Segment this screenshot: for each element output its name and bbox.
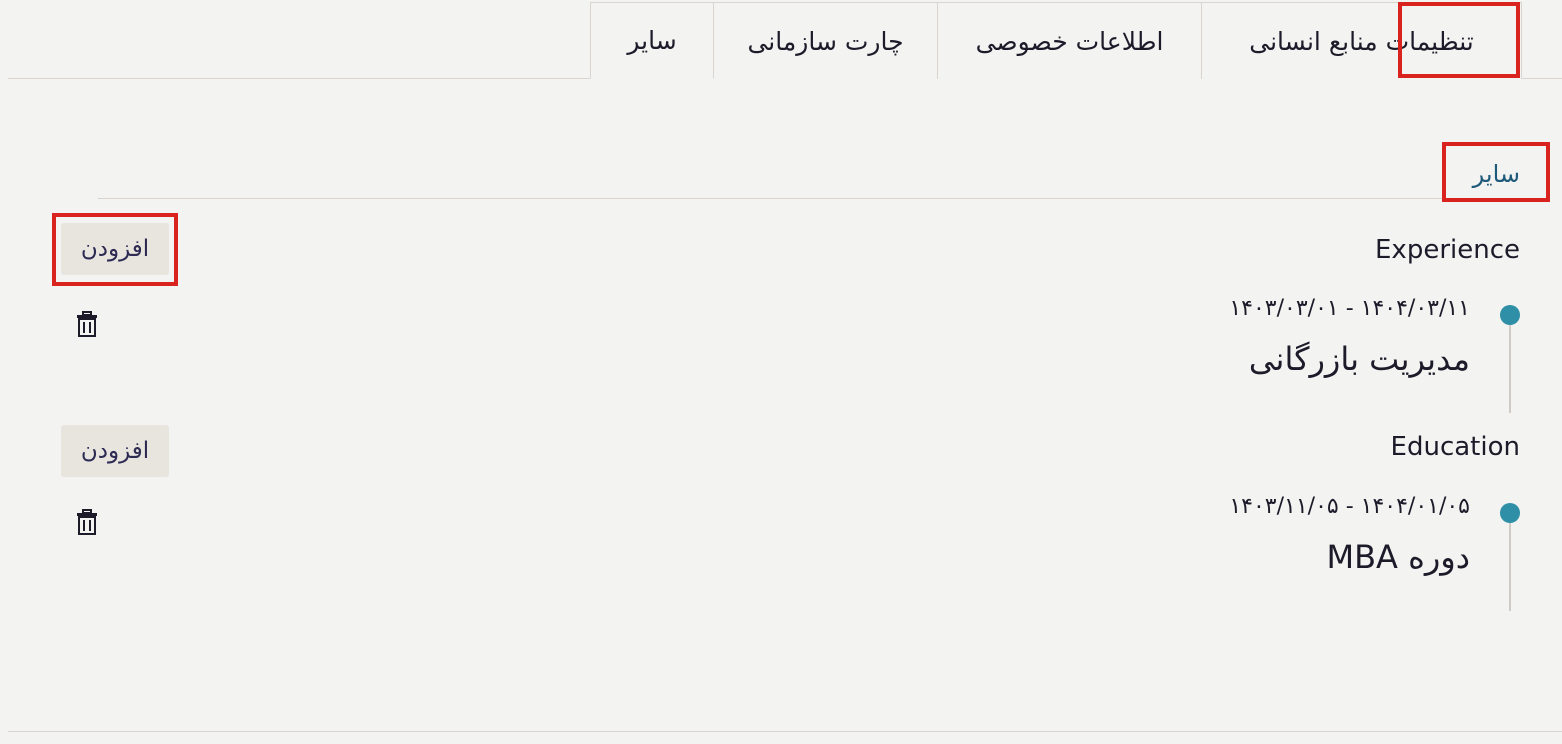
education-entry-title[interactable]: دوره MBA — [1326, 538, 1470, 576]
experience-date-range: ۱۴۰۴/۰۳/۱۱ - ۱۴۰۳/۰۳/۰۱ — [1229, 296, 1470, 321]
education-date-range: ۱۴۰۴/۰۱/۰۵ - ۱۴۰۳/۱۱/۰۵ — [1229, 494, 1470, 519]
timeline-dot — [1500, 305, 1520, 325]
tab-org-chart[interactable]: چارت سازمانی — [714, 2, 938, 79]
group-title-education: Education — [1390, 432, 1520, 462]
tab-private-info[interactable]: اطلاعات خصوصی — [938, 2, 1202, 79]
tab-other[interactable]: سایر — [590, 2, 714, 79]
bottom-divider — [8, 731, 1562, 732]
section-title: سایر — [1472, 160, 1520, 188]
page: سایر چارت سازمانی اطلاعات خصوصی تنظیمات … — [0, 0, 1562, 744]
timeline-line — [1509, 325, 1511, 413]
timeline-line — [1509, 523, 1511, 611]
experience-entry-title[interactable]: مدیریت بازرگانی — [1249, 340, 1470, 378]
add-education-button[interactable]: افزودن — [61, 425, 169, 477]
timeline-dot — [1500, 503, 1520, 523]
group-title-experience: Experience — [1375, 235, 1520, 265]
tab-hr-settings[interactable]: تنظیمات منابع انسانی — [1202, 2, 1522, 79]
tab-bar: سایر چارت سازمانی اطلاعات خصوصی تنظیمات … — [590, 2, 1522, 79]
add-experience-button[interactable]: افزودن — [61, 223, 169, 275]
trash-icon[interactable] — [76, 509, 98, 535]
section-divider — [98, 198, 1520, 199]
trash-icon[interactable] — [76, 311, 98, 337]
